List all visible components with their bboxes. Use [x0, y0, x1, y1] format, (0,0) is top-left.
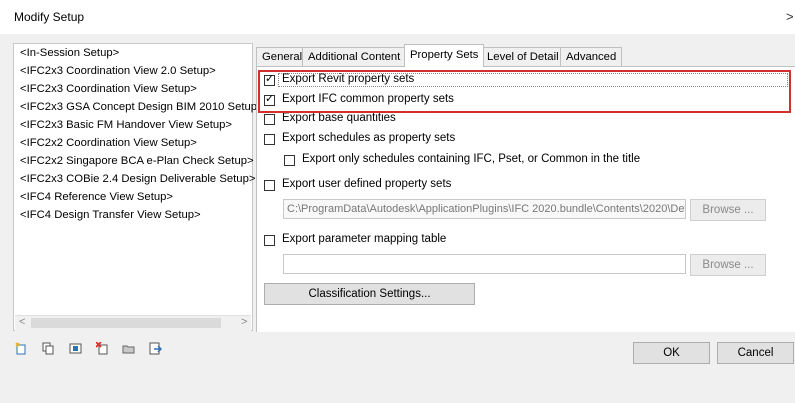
browse-param-mapping-button[interactable]: Browse ...	[690, 254, 766, 276]
import-setup-icon[interactable]	[122, 342, 135, 355]
scroll-left-icon[interactable]: <	[19, 316, 25, 328]
export-setup-icon[interactable]	[149, 342, 162, 355]
setup-item[interactable]: <IFC2x3 Coordination View Setup>	[20, 83, 197, 95]
browse-user-defined-button[interactable]: Browse ...	[690, 199, 766, 221]
tab-advanced[interactable]: Advanced	[560, 47, 623, 66]
setup-item[interactable]: <IFC2x3 GSA Concept Design BIM 2010 Setu…	[20, 101, 264, 113]
duplicate-setup-icon[interactable]	[42, 342, 55, 355]
export-user-defined-label: Export user defined property sets	[282, 178, 452, 190]
export-base-quantities-label: Export base quantities	[282, 112, 396, 124]
export-user-defined-checkbox[interactable]	[264, 180, 275, 191]
export-only-schedules-checkbox[interactable]	[284, 155, 295, 166]
user-defined-path-field[interactable]: C:\ProgramData\Autodesk\ApplicationPlugi…	[283, 199, 686, 219]
title-bar: Modify Setup >	[0, 0, 795, 34]
ok-button[interactable]: OK	[633, 342, 710, 364]
export-param-mapping-label: Export parameter mapping table	[282, 233, 447, 245]
close-button[interactable]: >	[786, 9, 794, 24]
export-param-mapping-checkbox[interactable]	[264, 235, 275, 246]
new-setup-icon[interactable]	[15, 342, 28, 355]
classification-settings-button[interactable]: Classification Settings...	[264, 283, 475, 305]
setup-list[interactable]: <In-Session Setup> <IFC2x3 Coordination …	[13, 43, 264, 331]
tab-additional-content[interactable]: Additional Content	[302, 47, 407, 66]
highlight-box	[258, 70, 791, 113]
horizontal-scrollbar[interactable]: < >	[15, 315, 251, 331]
setup-item[interactable]: <IFC2x3 COBie 2.4 Design Deliverable Set…	[20, 173, 255, 185]
window-title: Modify Setup	[14, 10, 85, 24]
setup-item[interactable]: <IFC4 Reference View Setup>	[20, 191, 173, 203]
scroll-thumb[interactable]	[31, 318, 221, 328]
tab-level-of-detail[interactable]: Level of Detail	[481, 47, 565, 66]
export-base-quantities-checkbox[interactable]	[264, 114, 275, 125]
setup-item[interactable]: <IFC4 Design Transfer View Setup>	[20, 209, 201, 221]
cancel-button[interactable]: Cancel	[717, 342, 794, 364]
export-schedules-checkbox[interactable]	[264, 134, 275, 145]
tab-property-sets[interactable]: Property Sets	[404, 44, 485, 67]
export-only-schedules-label: Export only schedules containing IFC, Ps…	[302, 153, 641, 165]
setup-item[interactable]: <IFC2x2 Coordination View Setup>	[20, 137, 197, 149]
export-schedules-label: Export schedules as property sets	[282, 132, 456, 144]
rename-setup-icon[interactable]	[69, 342, 82, 355]
setup-item[interactable]: <IFC2x3 Coordination View 2.0 Setup>	[20, 65, 216, 77]
scroll-right-icon[interactable]: >	[241, 316, 247, 328]
setup-item[interactable]: <IFC2x2 Singapore BCA e-Plan Check Setup…	[20, 155, 254, 167]
setup-item[interactable]: <In-Session Setup>	[20, 47, 119, 59]
tab-general[interactable]: General	[256, 47, 309, 66]
param-mapping-path-field[interactable]	[283, 254, 686, 274]
setup-item[interactable]: <IFC2x3 Basic FM Handover View Setup>	[20, 119, 232, 131]
delete-setup-icon[interactable]	[96, 342, 109, 355]
